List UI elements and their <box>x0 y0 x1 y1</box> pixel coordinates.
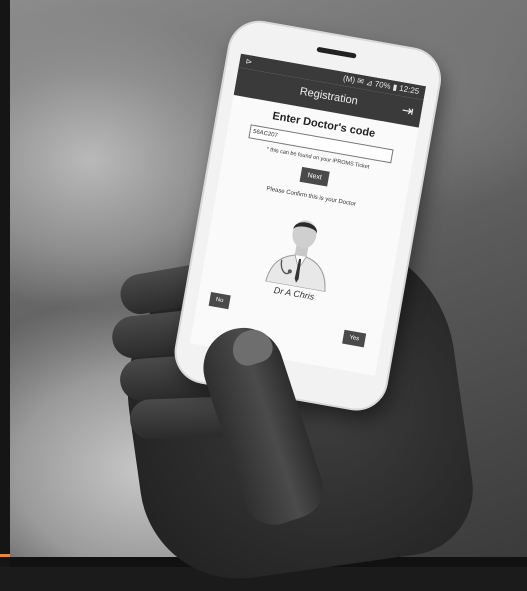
yes-button[interactable]: Yes <box>342 329 367 348</box>
left-border <box>0 0 10 567</box>
logout-icon[interactable]: ⇥ <box>400 97 416 125</box>
doctor-avatar <box>256 201 349 294</box>
no-button[interactable]: No <box>208 292 231 310</box>
phone-speaker <box>316 46 357 59</box>
notification-icon: ⊳ <box>244 56 254 67</box>
accent-line <box>0 554 10 557</box>
registration-form: Enter Doctor's code 56AC207 * this can b… <box>194 95 419 352</box>
doctor-illustration <box>265 220 326 293</box>
app-title: Registration <box>298 85 359 108</box>
phone-screen: ⊳ (M) ✉ ⊿ 70% ▮ 12:25 Registration ⇥ Ent… <box>189 53 427 376</box>
next-button[interactable]: Next <box>299 166 330 187</box>
